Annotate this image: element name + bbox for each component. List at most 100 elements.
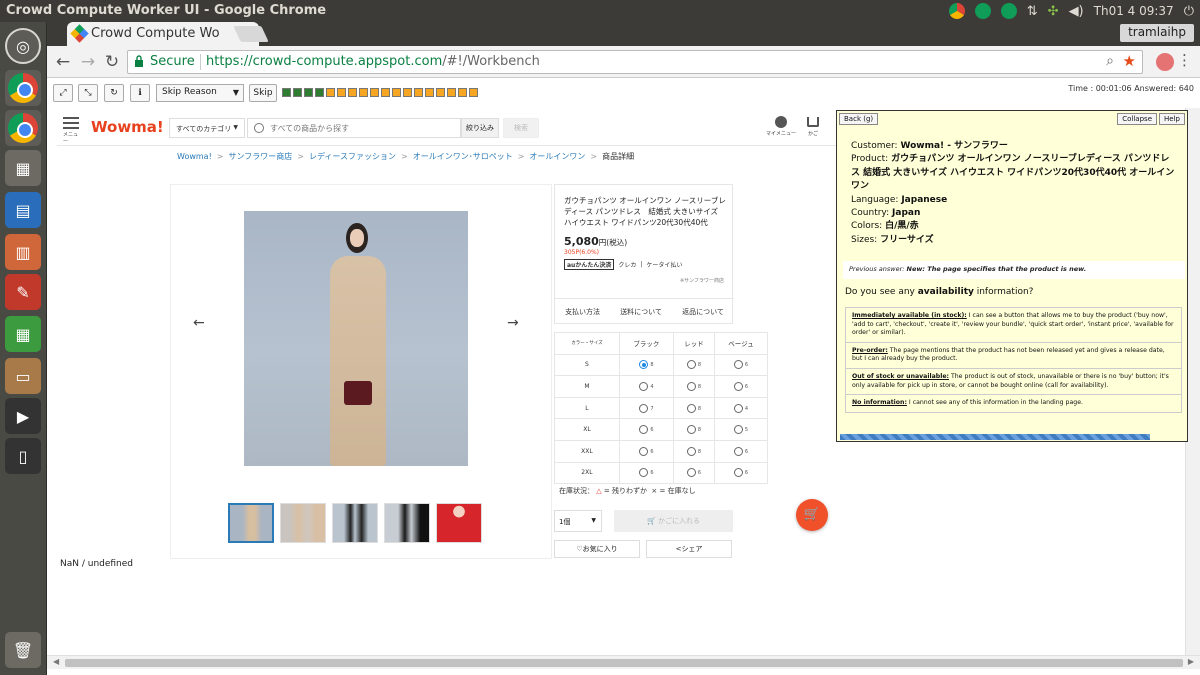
hangouts-icon-2[interactable] (1000, 3, 1017, 19)
add-to-cart-button[interactable]: 🛒 かごに入れる (614, 510, 733, 532)
product-main-image[interactable] (244, 211, 468, 466)
files-icon[interactable]: ▭ (5, 358, 41, 394)
breadcrumb-link[interactable]: オールインワン･サロペット (413, 152, 513, 161)
variant-radio-cell[interactable]: 6 (714, 439, 768, 463)
thumbnail[interactable] (280, 503, 326, 543)
radio-icon[interactable] (686, 425, 696, 435)
radio-icon[interactable] (639, 468, 649, 478)
info-link[interactable]: 返品について (682, 299, 724, 325)
address-bar[interactable]: Secure https://crowd-compute.appspot.com… (127, 50, 1143, 74)
breadcrumb-link[interactable]: Wowma! (177, 152, 212, 161)
app-indicator-icon[interactable]: ✣ (1048, 4, 1059, 19)
radio-icon[interactable] (733, 360, 743, 370)
variant-radio-cell[interactable]: 8 (672, 353, 716, 377)
expand-button[interactable]: ⤡ (78, 84, 98, 102)
answer-option[interactable]: Immediately available (in stock): I can … (846, 308, 1181, 343)
radio-icon[interactable] (639, 446, 649, 456)
extension-icon[interactable] (1156, 53, 1174, 71)
radio-icon[interactable] (686, 360, 696, 370)
scroll-thumb[interactable] (65, 659, 1183, 667)
radio-icon[interactable] (639, 360, 649, 370)
radio-icon[interactable] (686, 381, 696, 391)
my-menu-button[interactable]: マイメニュー (765, 116, 797, 137)
info-link[interactable]: 送料について (620, 299, 662, 325)
favorite-button[interactable]: ♡お気に入り (554, 540, 640, 558)
answer-option[interactable]: Pre-order: The page mentions that the pr… (846, 343, 1181, 369)
chrome-tray-icon[interactable] (948, 3, 965, 19)
collapse-button[interactable]: Collapse (1117, 113, 1157, 125)
variant-radio-cell[interactable]: 8 (618, 353, 674, 377)
variant-radio-cell[interactable]: 8 (672, 418, 716, 441)
back-arrow-icon[interactable]: ← (52, 51, 74, 73)
prev-image-arrow-icon[interactable]: ← (193, 315, 205, 331)
browser-tab[interactable]: Crowd Compute Wo ✕ (67, 22, 259, 46)
trash-icon[interactable]: 🗑 (5, 632, 41, 668)
variant-radio-cell[interactable]: 6 (714, 461, 768, 485)
thumbnail[interactable] (228, 503, 274, 543)
variant-radio-cell[interactable]: 6 (618, 439, 674, 463)
variant-radio-cell[interactable]: 8 (672, 439, 716, 463)
fullscreen-button[interactable]: ⤢ (53, 84, 73, 102)
calculator-icon[interactable]: ▦ (5, 150, 41, 186)
writer-icon[interactable]: ▤ (5, 192, 41, 228)
help-button[interactable]: Help (1159, 113, 1185, 125)
bookmark-star-icon[interactable]: ★ (1123, 52, 1136, 70)
calc-spreadsheet-icon[interactable]: ▦ (5, 316, 41, 352)
breadcrumb-link[interactable]: オールインワン (529, 152, 585, 161)
chrome-launcher-icon[interactable] (5, 70, 41, 106)
breadcrumb-link[interactable]: レディースファッション (309, 152, 396, 161)
volume-icon[interactable]: ◀) (1069, 4, 1084, 19)
breadcrumb-link[interactable]: サンフラワー商店 (228, 152, 292, 161)
variant-radio-cell[interactable]: 8 (672, 375, 716, 398)
skip-reason-select[interactable]: Skip Reason ▼ (156, 84, 244, 102)
variant-radio-cell[interactable]: 4 (618, 375, 674, 398)
variant-radio-cell[interactable]: 6 (618, 461, 674, 485)
radio-icon[interactable] (733, 468, 743, 478)
info-button[interactable]: ℹ (130, 84, 150, 102)
settings-icon[interactable]: ✎ (5, 274, 41, 310)
radio-icon[interactable] (686, 446, 696, 456)
quantity-select[interactable]: 1個 ▼ (554, 510, 602, 532)
horizontal-scrollbar[interactable]: ◀ ▶ (47, 655, 1200, 669)
radio-icon[interactable] (686, 468, 696, 478)
narrow-button[interactable]: 絞り込み (461, 118, 499, 138)
profile-chip[interactable]: tramlaihp (1120, 24, 1194, 42)
floating-cart-button[interactable]: 🛒 (796, 499, 828, 531)
hangouts-icon[interactable] (974, 3, 991, 19)
network-icon[interactable]: ⇅ (1027, 4, 1038, 19)
scroll-right-icon[interactable]: ▶ (1188, 657, 1194, 666)
radio-icon[interactable] (733, 403, 743, 413)
thumbnail[interactable] (436, 503, 482, 543)
store-logo[interactable]: Wowma! (91, 118, 164, 136)
variant-radio-cell[interactable]: 6 (714, 375, 768, 398)
chrome-menu-icon[interactable]: ⋮ (1177, 51, 1192, 69)
forward-arrow-icon[interactable]: → (77, 51, 99, 73)
radio-icon[interactable] (733, 425, 743, 435)
category-select[interactable]: すべてのカテゴリ ▼ (169, 118, 245, 138)
power-icon[interactable]: ⏻ (1184, 4, 1194, 19)
phone-icon[interactable]: ▯ (5, 438, 41, 474)
variant-radio-cell[interactable]: 6 (672, 461, 716, 485)
skip-button[interactable]: Skip (249, 84, 277, 102)
radio-icon[interactable] (686, 403, 696, 413)
chrome-launcher-icon-2[interactable] (5, 110, 41, 146)
cart-button[interactable]: かご (797, 116, 829, 137)
radio-icon[interactable] (733, 381, 743, 391)
variant-radio-cell[interactable]: 4 (714, 396, 768, 420)
answer-option[interactable]: No information: I cannot see any of this… (846, 395, 1181, 412)
radio-icon[interactable] (733, 446, 743, 456)
variant-radio-cell[interactable]: 5 (714, 418, 768, 441)
info-link[interactable]: 支払い方法 (565, 299, 600, 325)
share-button[interactable]: <シェア (646, 540, 732, 558)
scroll-left-icon[interactable]: ◀ (53, 657, 59, 666)
refresh-button[interactable]: ↻ (104, 84, 124, 102)
answer-option[interactable]: Out of stock or unavailable: The product… (846, 369, 1181, 396)
next-image-arrow-icon[interactable]: → (507, 315, 519, 331)
store-search-input[interactable]: すべての商品から探す (247, 118, 461, 138)
variant-radio-cell[interactable]: 7 (618, 396, 674, 420)
clock[interactable]: Th01 4 09:37 (1094, 4, 1174, 18)
variant-radio-cell[interactable]: 8 (672, 396, 716, 420)
radio-icon[interactable] (639, 403, 649, 413)
search-button[interactable]: 検索 (503, 118, 539, 138)
impress-icon[interactable]: ▥ (5, 234, 41, 270)
